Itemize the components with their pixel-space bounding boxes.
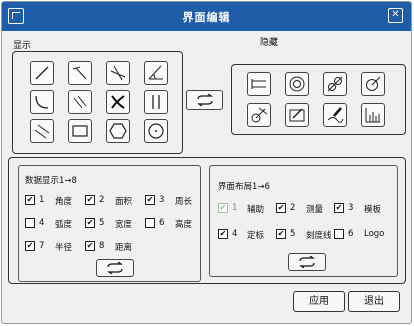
data-option-2-checkbox[interactable]: [85, 195, 95, 205]
data-option-8-num: 8: [99, 241, 105, 251]
data-option-6-num: 6: [159, 218, 165, 228]
layout-option-3-checkbox[interactable]: [334, 203, 344, 213]
layout-option-5-label: 刻度线: [306, 231, 332, 241]
layout-swap-button[interactable]: [288, 253, 326, 271]
dialog-title: 界面编辑: [182, 11, 231, 24]
data-option-1-num: 1: [39, 195, 45, 205]
layout-group: 界面布局1→6 1 辅助 2 测量 3 模板 4 定标 5 刻度线 6 Logo: [209, 165, 398, 277]
angle-icon[interactable]: [144, 61, 168, 85]
histogram-icon[interactable]: [361, 103, 385, 127]
hexagon-icon[interactable]: [106, 119, 130, 143]
exit-button[interactable]: 退出: [348, 291, 400, 312]
circle-icon[interactable]: [144, 119, 168, 143]
interface-edit-dialog: 界面编辑 ✕ 显示 隐藏 数据显示1→8 ✔ 1 角度 ✔ 2 面积 ✔ 3 周…: [1, 1, 412, 324]
data-option-8-checkbox[interactable]: [85, 241, 95, 251]
data-option-2-label: 面积: [115, 197, 133, 207]
point-circle-icon[interactable]: [361, 72, 385, 96]
layout-option-5-checkbox[interactable]: [276, 229, 286, 239]
slash-parallel-icon[interactable]: [30, 119, 54, 143]
perpendicular-line-icon[interactable]: [68, 61, 92, 85]
data-display-group: 数据显示1→8 1 角度 2 面积 3 周长 4 弧度 5 宽度 6 高度 7 …: [18, 165, 201, 282]
data-option-8-label: 距离: [115, 243, 133, 253]
circle-tangent-icon[interactable]: [247, 103, 271, 127]
data-option-4-num: 4: [39, 218, 45, 228]
settings-container: 数据显示1→8 1 角度 2 面积 3 周长 4 弧度 5 宽度 6 高度 7 …: [8, 157, 406, 284]
data-option-7-label: 半径: [55, 243, 73, 253]
pen-draw-icon[interactable]: [323, 103, 347, 127]
layout-option-4-label: 定标: [247, 231, 265, 241]
swap-arrows-icon: [299, 256, 315, 268]
parallel-lines-icon[interactable]: [144, 90, 168, 114]
layout-option-5-num: 5: [290, 229, 296, 239]
data-option-3-checkbox[interactable]: [145, 195, 155, 205]
display-section-label: 显示: [13, 41, 32, 51]
swap-arrows-icon: [196, 94, 213, 106]
layout-option-4-checkbox[interactable]: [218, 229, 228, 239]
apply-button[interactable]: 应用: [293, 291, 345, 312]
layout-option-1-checkbox[interactable]: [218, 203, 228, 213]
swap-arrows-icon: [107, 262, 123, 274]
layout-option-3-num: 3: [348, 203, 354, 213]
data-option-4-label: 弧度: [55, 220, 73, 230]
curve-cross-icon[interactable]: [106, 90, 130, 114]
layout-option-3-label: 模板: [364, 205, 382, 215]
intersect-lines-icon[interactable]: [106, 61, 130, 85]
data-option-4-checkbox[interactable]: [25, 218, 35, 228]
layout-option-4-num: 4: [232, 229, 238, 239]
distance-icon[interactable]: [247, 72, 271, 96]
layout-option-6-num: 6: [348, 229, 354, 239]
hidden-section-label: 隐藏: [260, 38, 279, 48]
arc-icon[interactable]: [30, 90, 54, 114]
data-option-1-checkbox[interactable]: [25, 195, 35, 205]
data-display-swap-button[interactable]: [96, 259, 134, 277]
concentric-circle-icon[interactable]: [285, 72, 309, 96]
layout-option-6-checkbox[interactable]: [334, 229, 344, 239]
move-tools-button[interactable]: [186, 90, 223, 110]
title-bar: 界面编辑 ✕: [2, 2, 411, 31]
parallel-diagonal-icon[interactable]: [68, 90, 92, 114]
data-option-2-num: 2: [99, 195, 105, 205]
rectangle-icon[interactable]: [68, 119, 92, 143]
data-option-1-label: 角度: [55, 197, 73, 207]
edit-image-icon[interactable]: [285, 103, 309, 127]
layout-option-6-label: Logo: [364, 229, 385, 239]
data-display-title: 数据显示1→8: [25, 176, 77, 186]
data-option-6-checkbox[interactable]: [145, 218, 155, 228]
data-option-5-num: 5: [99, 218, 105, 228]
data-option-3-label: 周长: [175, 197, 193, 207]
display-tools-panel: [12, 51, 183, 154]
layout-option-2-num: 2: [290, 203, 296, 213]
hidden-tools-panel: [231, 64, 406, 135]
line-icon[interactable]: [30, 61, 54, 85]
layout-title: 界面布局1→6: [218, 182, 270, 192]
layout-option-1-num: 1: [232, 203, 238, 213]
data-option-5-label: 宽度: [115, 220, 133, 230]
layout-option-1-label: 辅助: [247, 205, 265, 215]
two-circles-icon[interactable]: [323, 72, 347, 96]
layout-option-2-label: 测量: [306, 205, 324, 215]
layout-option-2-checkbox[interactable]: [276, 203, 286, 213]
data-option-7-checkbox[interactable]: [25, 241, 35, 251]
data-option-6-label: 高度: [175, 220, 193, 230]
data-option-3-num: 3: [159, 195, 165, 205]
data-option-7-num: 7: [39, 241, 45, 251]
close-button[interactable]: ✕: [388, 8, 403, 23]
data-option-5-checkbox[interactable]: [85, 218, 95, 228]
